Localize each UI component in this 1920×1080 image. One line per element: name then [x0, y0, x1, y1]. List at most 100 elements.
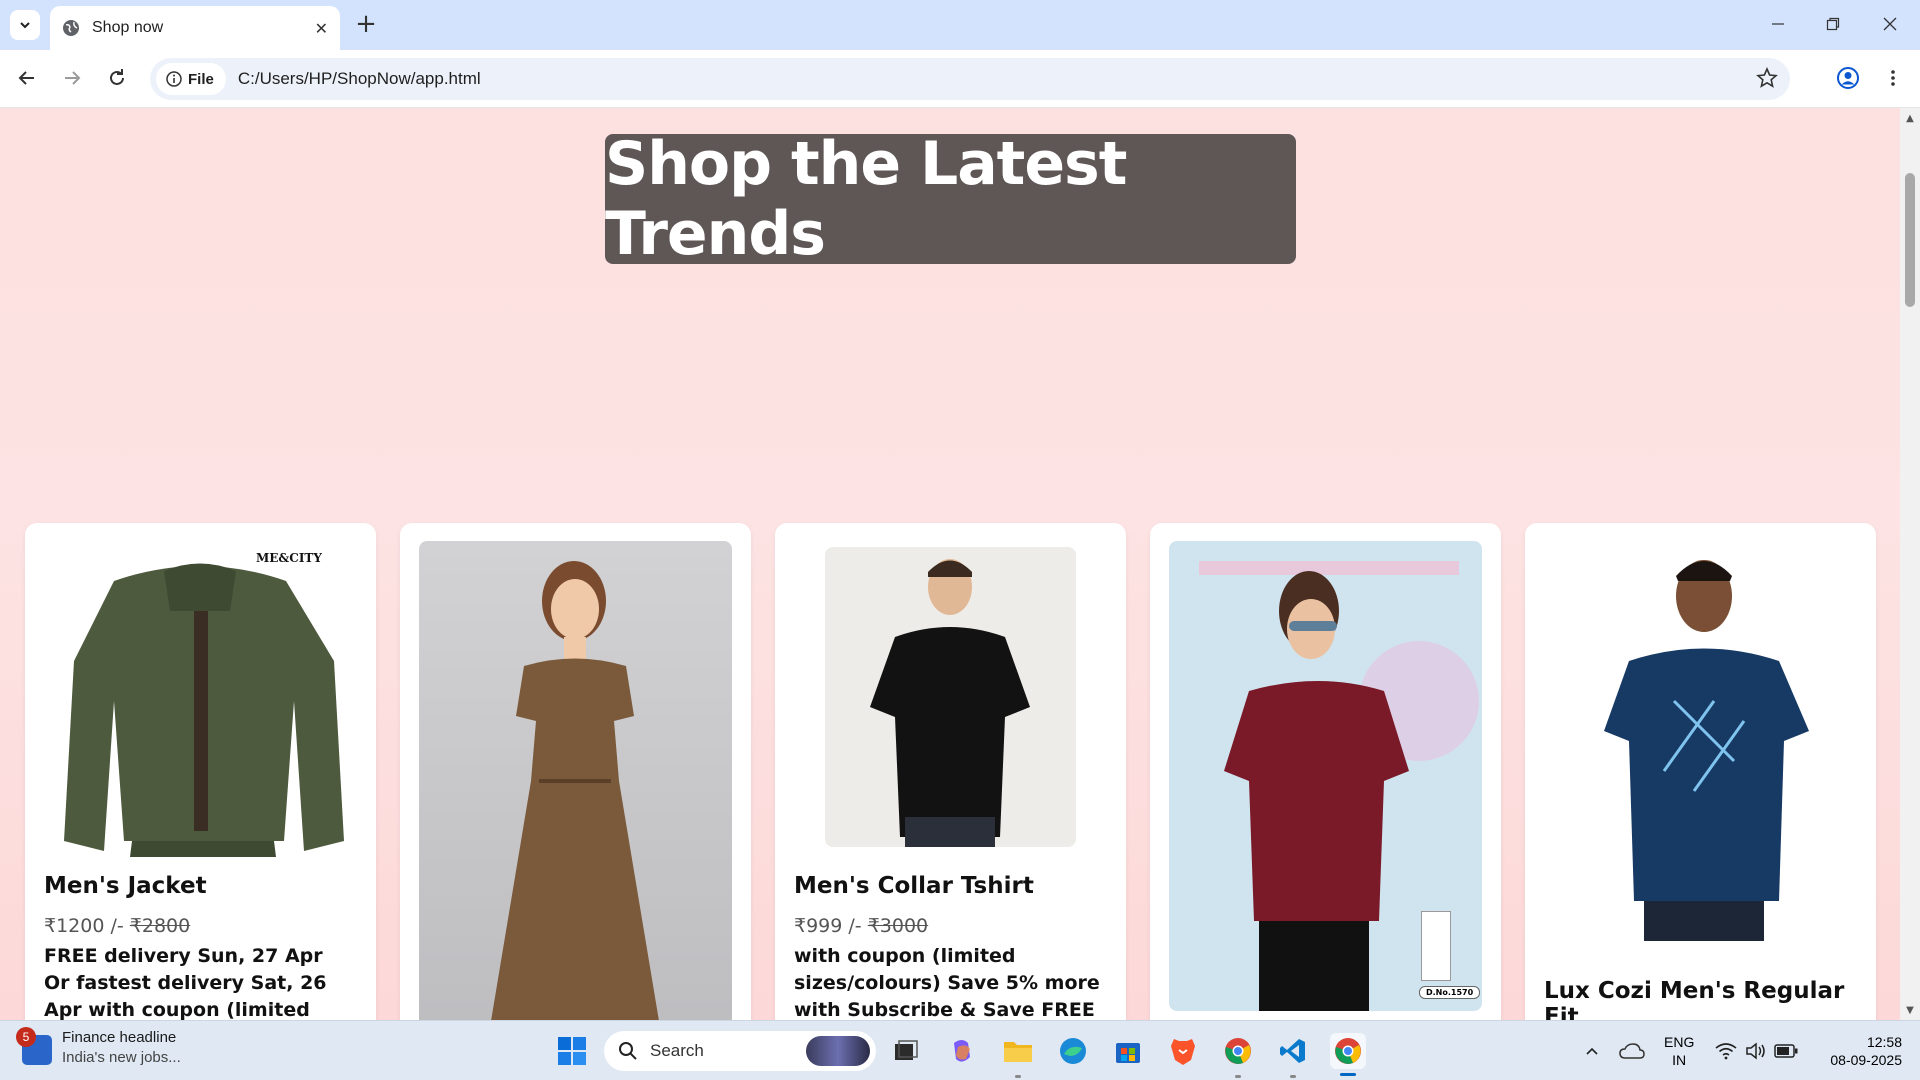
reload-icon	[110, 69, 124, 85]
back-button[interactable]	[11, 62, 43, 94]
original-price: ₹2800	[129, 915, 191, 937]
tshirt-image	[1604, 560, 1809, 941]
scroll-up-icon[interactable]: ▲	[1904, 112, 1916, 124]
copilot-icon	[954, 1040, 970, 1062]
edge-button[interactable]	[1055, 1033, 1091, 1069]
profile-button[interactable]	[1832, 62, 1864, 94]
chrome-icon	[1335, 1038, 1361, 1064]
product-card[interactable]: D.No.1570	[1150, 523, 1501, 1020]
close-icon	[1883, 17, 1897, 31]
site-info-label: File	[188, 70, 214, 88]
star-icon	[1756, 66, 1778, 88]
start-button[interactable]	[554, 1033, 590, 1069]
address-bar[interactable]: File C:/Users/HP/ShopNow/app.html	[150, 58, 1790, 100]
language-indicator[interactable]: ENG IN	[1664, 1033, 1694, 1069]
windows-icon	[558, 1037, 586, 1065]
chrome-button[interactable]	[1330, 1033, 1366, 1069]
battery-icon	[1774, 1044, 1798, 1058]
store-button[interactable]	[1110, 1033, 1146, 1069]
arrow-left-icon	[18, 71, 34, 85]
restore-icon	[1826, 17, 1840, 31]
size-chart-tag	[1421, 911, 1451, 981]
browser-toolbar: File C:/Users/HP/ShopNow/app.html	[0, 50, 1920, 108]
product-name: Men's Jacket	[44, 873, 207, 899]
clock-date: 08-09-2025	[1830, 1052, 1902, 1068]
minimize-button[interactable]	[1758, 8, 1798, 40]
product-image[interactable]: ME&CITY	[44, 541, 357, 857]
news-widget[interactable]: 5 Finance headline India's new jobs...	[16, 1027, 181, 1066]
news-icon: 5	[16, 1027, 52, 1065]
product-name: Men's Collar Tshirt	[794, 873, 1034, 899]
menu-button[interactable]	[1877, 62, 1909, 94]
battery-button[interactable]	[1768, 1033, 1804, 1069]
product-card[interactable]: Lux Cozi Men's Regular Fit	[1525, 523, 1876, 1020]
store-icon	[1116, 1043, 1140, 1063]
page-scrollbar[interactable]: ▲ ▼	[1900, 108, 1920, 1020]
brave-icon	[1171, 1039, 1195, 1065]
language-code: ENG	[1664, 1034, 1695, 1050]
active-app-indicator	[1340, 1073, 1356, 1076]
tab-search-button[interactable]	[10, 10, 40, 40]
wifi-icon	[1715, 1043, 1737, 1060]
volume-icon	[1746, 1042, 1765, 1060]
browser-tab[interactable]: Shop now ✕	[50, 6, 340, 50]
size-chart-label: D.No.1570	[1419, 986, 1481, 999]
vscode-icon	[1280, 1039, 1305, 1063]
new-tab-button[interactable]: +	[352, 9, 380, 39]
product-image[interactable]: D.No.1570	[1169, 541, 1482, 1011]
tab-title: Shop now	[92, 19, 164, 36]
chrome-profile-button[interactable]	[1220, 1033, 1256, 1069]
product-image[interactable]	[1544, 541, 1857, 941]
taskbar-search[interactable]: Search	[604, 1031, 876, 1071]
minimize-icon	[1772, 23, 1784, 25]
file-explorer-button[interactable]	[1000, 1033, 1036, 1069]
arrow-right-icon	[65, 71, 81, 85]
forward-button[interactable]	[56, 62, 88, 94]
news-title: Finance headline	[62, 1029, 177, 1046]
product-image[interactable]	[825, 547, 1076, 847]
region-code: IN	[1672, 1052, 1687, 1068]
running-indicator	[1235, 1075, 1241, 1078]
news-subtitle: India's new jobs...	[62, 1049, 181, 1066]
task-view-button[interactable]	[888, 1033, 924, 1069]
scroll-down-icon[interactable]: ▼	[1904, 1004, 1916, 1016]
show-hidden-icons-button[interactable]	[1574, 1033, 1610, 1069]
close-window-button[interactable]	[1870, 8, 1910, 40]
reload-button[interactable]	[101, 62, 133, 94]
hero-title: Shop the Latest Trends	[605, 129, 1127, 269]
profile-icon	[1837, 67, 1859, 89]
clock-time: 12:58	[1866, 1034, 1902, 1050]
more-vert-icon	[1891, 70, 1895, 86]
search-icon	[619, 1042, 637, 1060]
taskbar: 5 Finance headline India's new jobs... S…	[0, 1020, 1920, 1080]
tab-strip: Shop now ✕ +	[0, 0, 1920, 50]
product-image[interactable]	[419, 541, 732, 1020]
news-badge: 5	[16, 1027, 36, 1047]
current-price: ₹1200 /-	[44, 915, 124, 937]
page-viewport: Shop the Latest Trends ME&CITY Men's Jac…	[0, 108, 1900, 1020]
current-price: ₹999 /-	[794, 915, 862, 937]
bookmark-button[interactable]	[1756, 66, 1778, 93]
product-card[interactable]: ME&CITY Men's Jacket ₹1200 /- ₹2800 FREE…	[25, 523, 376, 1020]
url-text[interactable]: C:/Users/HP/ShopNow/app.html	[238, 69, 481, 89]
task-view-icon	[895, 1040, 918, 1060]
site-info-chip[interactable]: File	[156, 63, 226, 95]
copilot-button[interactable]	[944, 1033, 980, 1069]
product-description: with coupon (limited sizes/colours) Save…	[794, 945, 1100, 1020]
info-icon	[166, 71, 182, 87]
cloud-icon	[1619, 1043, 1645, 1059]
hero-banner: Shop the Latest Trends	[605, 129, 1296, 269]
search-label: Search	[650, 1041, 704, 1060]
onedrive-button[interactable]	[1614, 1033, 1650, 1069]
scroll-thumb[interactable]	[1905, 173, 1915, 307]
brand-mark: ME&CITY	[256, 551, 322, 565]
vscode-button[interactable]	[1275, 1033, 1311, 1069]
system-clock[interactable]: 12:58 08-09-2025	[1812, 1033, 1902, 1069]
restore-button[interactable]	[1813, 8, 1853, 40]
product-card[interactable]: Men's Collar Tshirt ₹999 /- ₹3000 with c…	[775, 523, 1126, 1020]
polo-image	[870, 559, 1030, 847]
product-card[interactable]	[400, 523, 751, 1020]
brave-button[interactable]	[1165, 1033, 1201, 1069]
close-tab-icon[interactable]: ✕	[315, 19, 328, 38]
original-price: ₹3000	[867, 915, 929, 937]
